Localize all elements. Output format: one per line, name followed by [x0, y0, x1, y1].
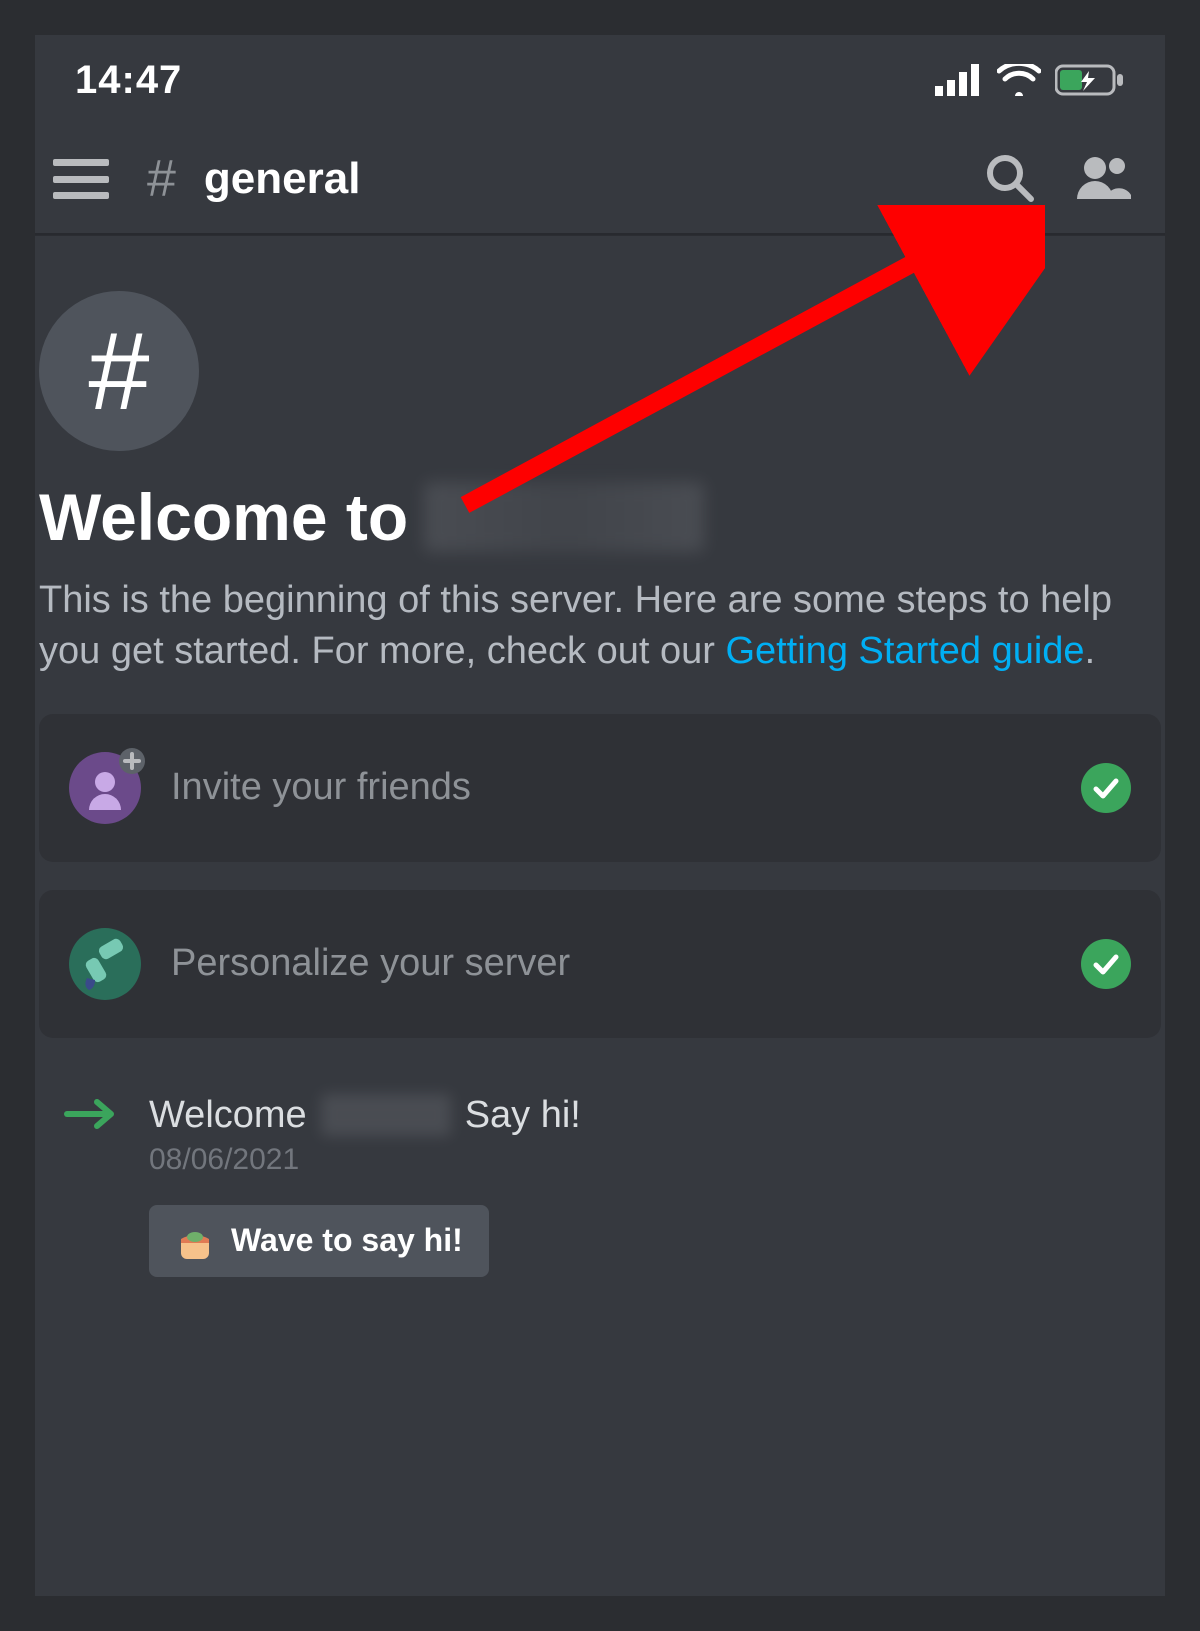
status-bar: 14:47 — [35, 35, 1165, 125]
wifi-icon — [997, 64, 1041, 96]
welcome-title: Welcome to — [39, 479, 1161, 555]
members-button[interactable] — [1075, 153, 1133, 206]
join-arrow-icon — [63, 1094, 119, 1139]
menu-button[interactable] — [53, 155, 109, 203]
completed-check-icon — [1081, 939, 1131, 989]
redacted-username — [321, 1094, 451, 1136]
getting-started-link[interactable]: Getting Started guide — [725, 630, 1084, 672]
system-message-date: 08/06/2021 — [149, 1143, 581, 1177]
welcome-desc-end: . — [1085, 630, 1096, 672]
search-button[interactable] — [983, 151, 1035, 208]
channel-name: general — [204, 154, 361, 204]
system-join-message: Welcome Say hi! 08/06/2021 Wave to say h… — [39, 1066, 1161, 1277]
status-time: 14:47 — [75, 58, 182, 103]
redacted-server-name — [424, 482, 704, 552]
system-message-text: Welcome Say hi! — [149, 1094, 581, 1137]
step-label: Invite your friends — [171, 766, 1051, 809]
search-icon — [983, 151, 1035, 203]
system-text-suffix: Say hi! — [465, 1094, 581, 1137]
cell-signal-icon — [935, 64, 983, 96]
welcome-description: This is the beginning of this server. He… — [39, 575, 1161, 678]
members-icon — [1075, 153, 1133, 201]
channel-header: # general — [35, 125, 1165, 235]
status-indicators — [935, 63, 1125, 97]
completed-check-icon — [1081, 763, 1131, 813]
wave-emoji-icon — [175, 1221, 215, 1261]
battery-charging-icon — [1055, 63, 1125, 97]
step-invite-friends[interactable]: Invite your friends — [39, 714, 1161, 862]
invite-icon — [69, 752, 141, 824]
step-personalize-server[interactable]: Personalize your server — [39, 890, 1161, 1038]
system-text-prefix: Welcome — [149, 1094, 307, 1137]
step-label: Personalize your server — [171, 942, 1051, 985]
hash-icon: # — [147, 149, 176, 209]
personalize-icon — [69, 928, 141, 1000]
wave-button-label: Wave to say hi! — [231, 1222, 463, 1259]
welcome-title-prefix: Welcome to — [39, 479, 408, 555]
plus-badge-icon — [119, 748, 145, 774]
wave-button[interactable]: Wave to say hi! — [149, 1205, 489, 1277]
channel-avatar-hash: # — [39, 291, 199, 451]
